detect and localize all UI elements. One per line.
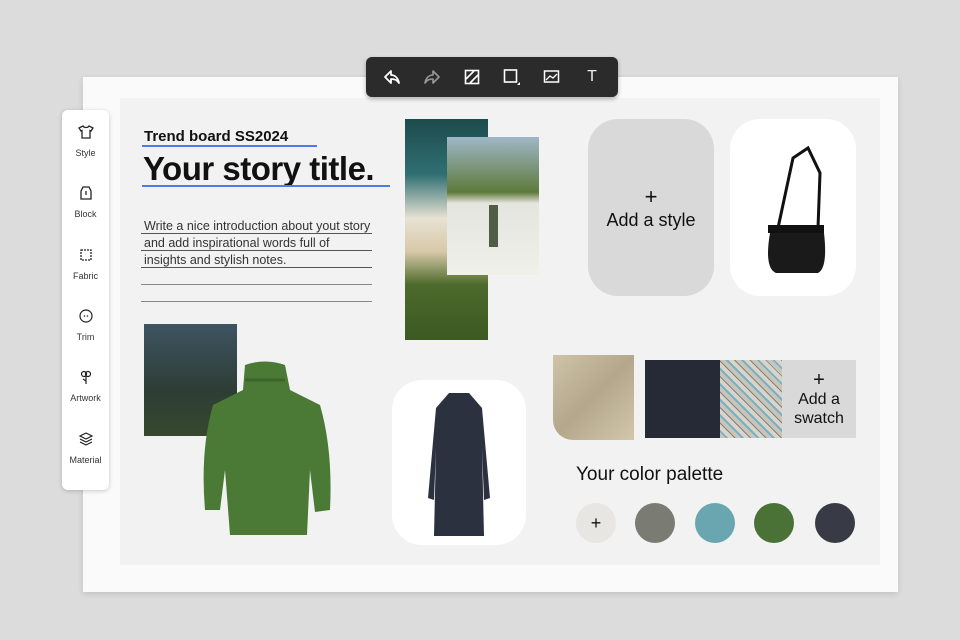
fabric-icon [79,249,92,261]
block-icon [79,186,92,200]
toolbar: T [366,57,618,97]
flower-icon [80,371,91,385]
subtitle-underline [142,145,317,147]
layers-icon [78,431,93,446]
coat-image [428,392,490,536]
sidebar-item-artwork[interactable]: Artwork [62,367,109,428]
bag-image [768,145,826,273]
title-underline [142,185,390,187]
text-icon[interactable]: T [578,63,606,91]
add-style-button[interactable]: + Add a style [588,119,714,296]
model-photo[interactable] [447,137,539,275]
tweed-swatch[interactable] [720,360,782,438]
sidebar-item-material[interactable]: Material [62,429,109,490]
palette-color[interactable] [815,503,855,543]
bag-card[interactable] [730,119,856,296]
intro-text[interactable]: Write a nice introduction about yout sto… [144,218,370,269]
sidebar-item-trim[interactable]: Trim [62,306,109,367]
image-icon[interactable] [538,63,566,91]
sidebar-item-fabric[interactable]: Fabric [62,245,109,306]
sweater-image[interactable] [195,360,336,546]
shape-icon[interactable] [498,63,526,91]
redo-icon[interactable] [418,63,446,91]
board-subtitle[interactable]: Trend board SS2024 [144,128,288,145]
beige-fabric-swatch[interactable] [553,355,634,440]
sidebar-item-block[interactable]: Block [62,183,109,244]
add-swatch-button[interactable]: + Add a swatch [782,360,856,438]
palette-color[interactable] [695,503,735,543]
button-icon [78,309,93,323]
sidebar: Style Block Fabric Trim Artwork Material [62,110,109,490]
palette-color[interactable] [635,503,675,543]
add-color-button[interactable]: + [576,503,616,543]
navy-quilted-swatch[interactable] [645,360,720,438]
undo-icon[interactable] [378,63,406,91]
sidebar-item-style[interactable]: Style [62,122,109,183]
palette-color[interactable] [754,503,794,543]
coat-card[interactable] [392,380,526,545]
fill-icon[interactable] [458,63,486,91]
palette-title: Your color palette [576,464,724,485]
tshirt-icon [77,125,94,139]
board-title[interactable]: Your story title. [143,150,375,188]
